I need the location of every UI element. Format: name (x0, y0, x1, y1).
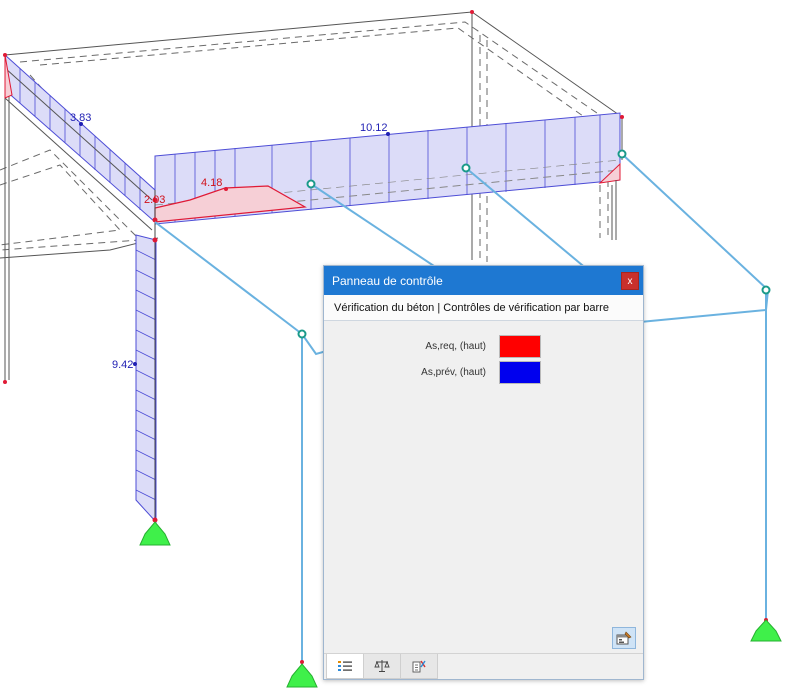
left-beam-value: 3.83 (70, 112, 91, 124)
control-panel-subtitle: Vérification du béton | Contrôles de vér… (324, 295, 643, 321)
panel-settings-icon (616, 631, 632, 645)
column-value: 9.42 (112, 359, 133, 371)
tab-list[interactable] (326, 654, 364, 679)
control-panel[interactable]: Panneau de contrôle x Vérification du bé… (323, 265, 644, 680)
legend-swatch-blue (499, 360, 541, 384)
left-column (4, 55, 10, 382)
balance-scale-icon (374, 660, 390, 672)
control-panel-titlebar[interactable]: Panneau de contrôle x (324, 266, 643, 295)
legend-row: As,req, (haut) (324, 334, 643, 358)
support-right (750, 619, 782, 642)
control-panel-title: Panneau de contrôle (332, 273, 443, 288)
tab-scale[interactable] (363, 654, 401, 679)
list-icon (338, 661, 352, 671)
legend-label: As,prév, (haut) (421, 366, 486, 378)
legend-label: As,req, (haut) (425, 340, 486, 352)
legend-swatch-red (499, 334, 541, 358)
support-left (139, 521, 171, 546)
close-icon: x (627, 275, 633, 287)
front-column-diagram (133, 190, 158, 524)
panel-settings-button[interactable] (612, 627, 636, 649)
panel-tabstrip (324, 653, 643, 679)
left-beam-diagram (4, 53, 156, 231)
tab-settings[interactable] (400, 654, 438, 679)
red-peak-value: 4.18 (201, 177, 222, 189)
red-end-value: 2.03 (144, 194, 165, 206)
right-column (611, 180, 617, 240)
legend-row: As,prév, (haut) (324, 360, 643, 384)
display-settings-icon (412, 660, 426, 673)
front-beam-value: 10.12 (360, 122, 388, 134)
support-middle (286, 663, 318, 688)
close-button[interactable]: x (621, 272, 639, 290)
